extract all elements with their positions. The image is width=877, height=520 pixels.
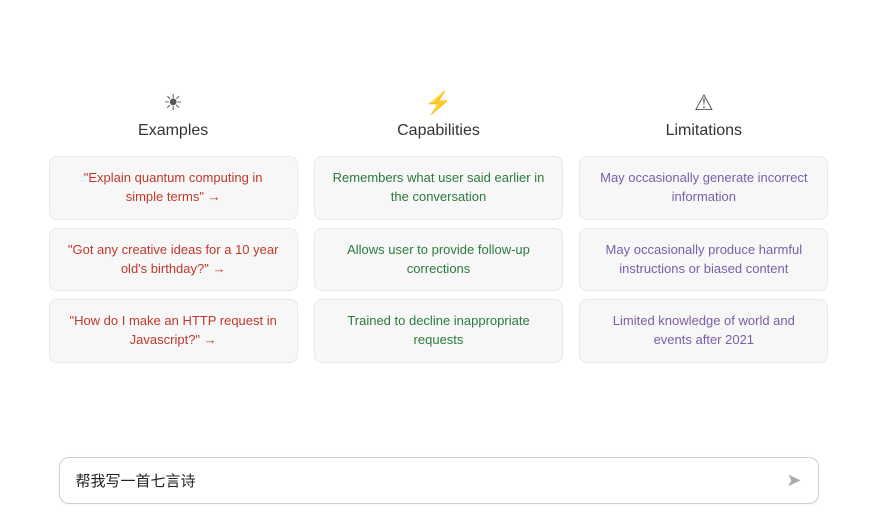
card-limitations-0: May occasionally generate incorrect info…	[579, 156, 828, 220]
card-limitations-1: May occasionally produce harmful instruc…	[579, 228, 828, 292]
card-examples-1[interactable]: "Got any creative ideas for a 10 year ol…	[49, 228, 298, 292]
column-examples: ☀ Examples "Explain quantum computing in s…	[49, 92, 298, 363]
column-title-limitations: Limitations	[666, 122, 742, 140]
send-icon[interactable]: ➤	[786, 470, 801, 491]
main-content: ☀ Examples "Explain quantum computing in s…	[0, 0, 877, 445]
input-wrapper: ➤	[59, 457, 819, 504]
column-header-examples: ☀ Examples	[138, 92, 208, 140]
columns-wrapper: ☀ Examples "Explain quantum computing in s…	[49, 92, 829, 363]
column-limitations: ⚠ Limitations May occasionally generate in…	[579, 92, 828, 363]
column-icon-capabilities: ⚡	[425, 92, 452, 114]
column-capabilities: ⚡ Capabilities Remembers what user said ea…	[314, 92, 563, 363]
bottom-bar: ➤	[0, 445, 877, 520]
card-examples-0[interactable]: "Explain quantum computing in simple ter…	[49, 156, 298, 220]
card-examples-2[interactable]: "How do I make an HTTP request in Javasc…	[49, 299, 298, 363]
card-capabilities-1: Allows user to provide follow-up correct…	[314, 228, 563, 292]
card-limitations-2: Limited knowledge of world and events af…	[579, 299, 828, 363]
column-icon-examples: ☀	[163, 92, 183, 114]
column-title-examples: Examples	[138, 122, 208, 140]
column-icon-limitations: ⚠	[694, 92, 714, 114]
column-header-limitations: ⚠ Limitations	[666, 92, 742, 140]
card-capabilities-2: Trained to decline inappropriate request…	[314, 299, 563, 363]
column-title-capabilities: Capabilities	[397, 122, 480, 140]
message-input[interactable]	[76, 472, 779, 489]
card-capabilities-0: Remembers what user said earlier in the …	[314, 156, 563, 220]
column-header-capabilities: ⚡ Capabilities	[397, 92, 480, 140]
